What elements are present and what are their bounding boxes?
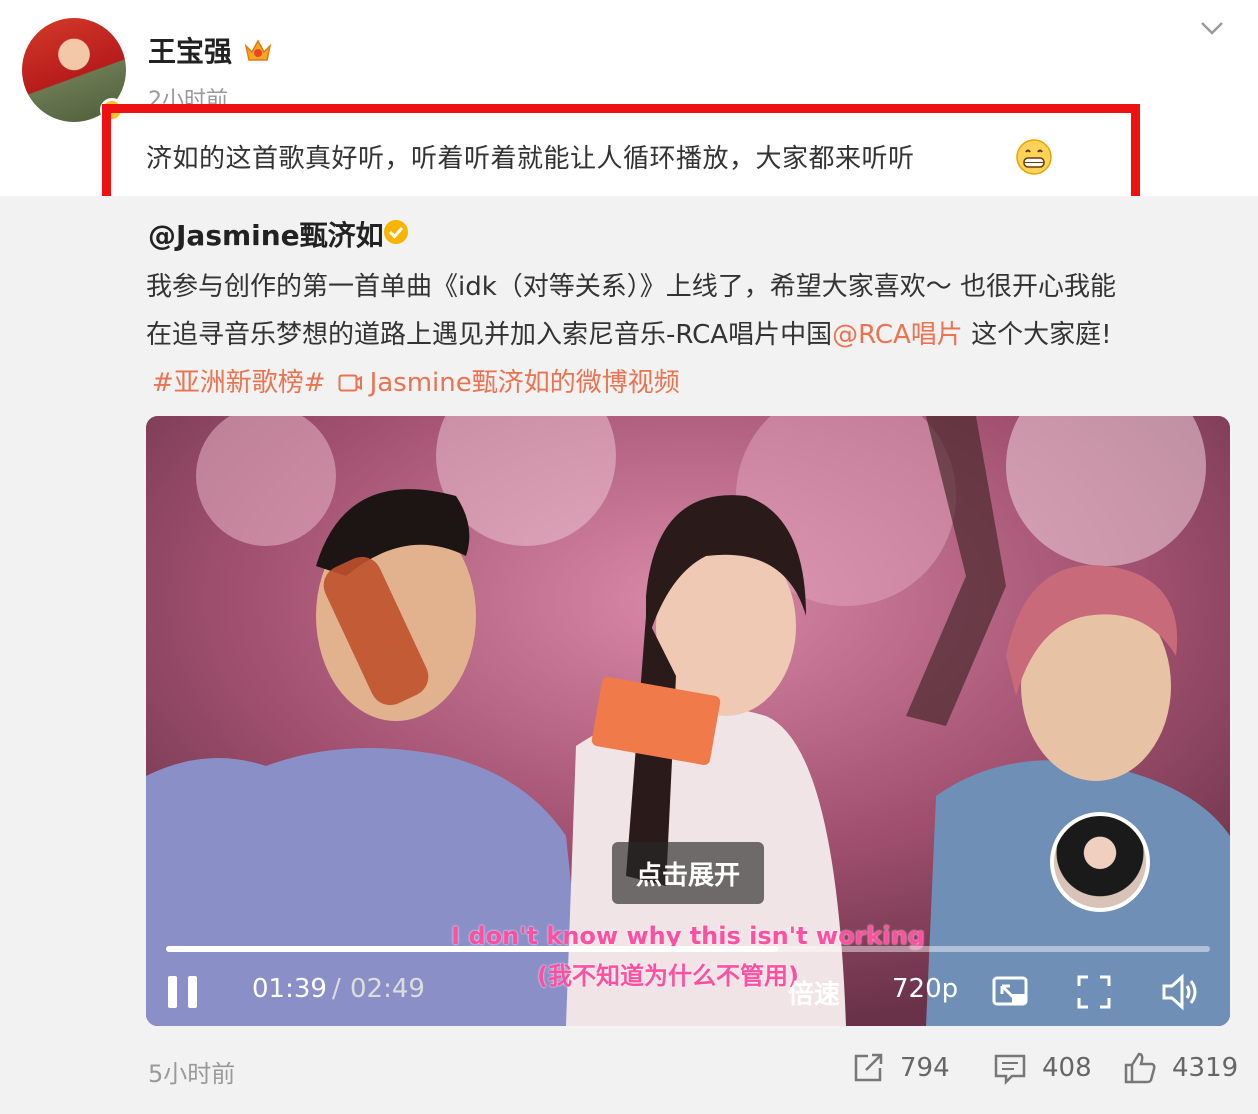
- like-button[interactable]: 4319: [1122, 1050, 1238, 1086]
- post-footer: 5小时前 794 408 4319: [0, 1040, 1258, 1100]
- time-separator: /: [332, 974, 341, 1004]
- hashtag-link[interactable]: #亚洲新歌榜#: [152, 368, 326, 398]
- pause-icon[interactable]: [164, 972, 202, 1012]
- crown-icon: [244, 39, 272, 61]
- fullscreen-icon[interactable]: [1074, 972, 1114, 1012]
- comment-icon: [994, 1054, 1026, 1086]
- repost-button[interactable]: 794: [850, 1050, 950, 1086]
- weibo-video-link[interactable]: Jasmine甄济如的微博视频: [370, 368, 680, 398]
- verified-icon: [384, 220, 408, 244]
- video-link-icon: [338, 374, 362, 392]
- rca-mention-link[interactable]: @RCA唱片: [832, 320, 963, 350]
- repost-text-suffix: 这个大家庭!: [962, 320, 1112, 350]
- author-name[interactable]: 王宝强: [148, 30, 232, 70]
- time-current: 01:39: [252, 974, 327, 1004]
- volume-icon[interactable]: [1160, 972, 1200, 1012]
- quality-button[interactable]: 720p: [892, 974, 958, 1004]
- picture-in-picture-icon[interactable]: [990, 972, 1030, 1012]
- repost-author[interactable]: @Jasmine甄济如: [148, 214, 384, 254]
- thumbs-up-icon: [1124, 1052, 1156, 1084]
- repost-text-line-1: 我参与创作的第一首单曲《idk（对等关系）》上线了，希望大家喜欢～ 也很开心我能: [146, 272, 1117, 302]
- chevron-down-icon[interactable]: [1196, 14, 1228, 42]
- tag-line: #亚洲新歌榜# Jasmine甄济如的微博视频: [152, 362, 680, 399]
- repost-count: 794: [900, 1053, 950, 1083]
- repost-time[interactable]: 5小时前: [148, 1054, 235, 1089]
- weibo-post: 王宝强 2小时前 济如的这首歌真好听，听着听着就能让人循环播放，大家都来听听 @…: [0, 0, 1258, 1114]
- creator-avatar[interactable]: [1050, 812, 1150, 912]
- repost-text-prefix: 在追寻音乐梦想的道路上遇见并加入索尼音乐-RCA唱片中国: [146, 320, 833, 350]
- video-player[interactable]: 点击展开 I don't know why this isn't working…: [146, 416, 1230, 1026]
- share-icon: [854, 1053, 883, 1082]
- time-total: 02:49: [350, 974, 425, 1004]
- comment-count: 408: [1042, 1053, 1092, 1083]
- repost-text-line-2: 在追寻音乐梦想的道路上遇见并加入索尼音乐-RCA唱片中国@RCA唱片 这个大家庭…: [146, 314, 1112, 351]
- expand-button[interactable]: 点击展开: [612, 842, 764, 904]
- progress-bar[interactable]: [166, 946, 1210, 952]
- progress-fill: [166, 946, 778, 952]
- speed-button[interactable]: 倍速: [788, 974, 840, 1011]
- comment-button[interactable]: 408: [992, 1050, 1092, 1086]
- like-count: 4319: [1172, 1053, 1239, 1083]
